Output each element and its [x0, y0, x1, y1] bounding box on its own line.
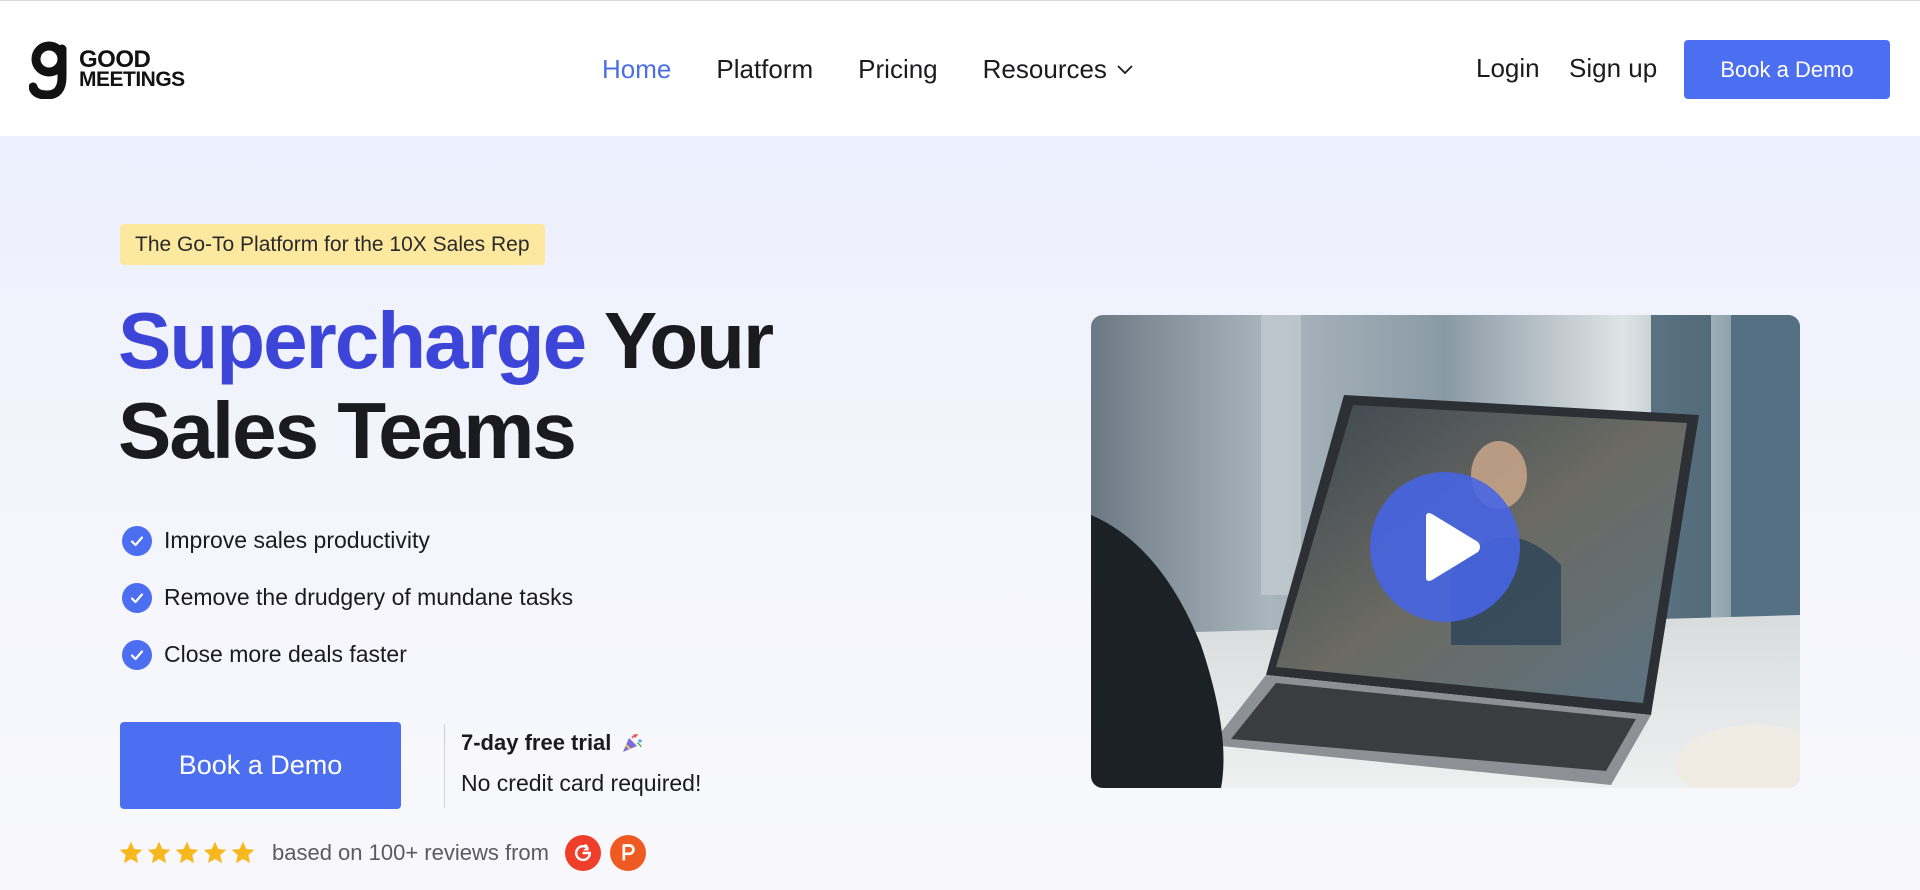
logo-line-1: GOOD	[79, 46, 151, 73]
check-circle-icon	[122, 639, 152, 670]
logo-g-icon	[29, 41, 67, 99]
logo-wordmark: GOOD MEETINGS	[79, 46, 185, 91]
play-button[interactable]	[1370, 472, 1520, 622]
feature-item: Close more deals faster	[122, 626, 573, 683]
trial-title: 7-day free trial	[461, 730, 701, 756]
chevron-down-icon	[1117, 64, 1133, 74]
trial-title-text: 7-day free trial	[461, 730, 612, 755]
cta-divider	[444, 724, 445, 808]
check-circle-icon	[122, 525, 152, 556]
nav-platform[interactable]: Platform	[716, 54, 813, 85]
star-icon	[203, 841, 227, 864]
hero-headline: Supercharge Your Sales Teams	[118, 296, 774, 476]
good-meetings-logo[interactable]: GOOD MEETINGS	[29, 41, 185, 99]
hero-video-thumbnail[interactable]	[1091, 315, 1800, 788]
party-popper-icon	[623, 734, 643, 752]
logo-line-2: MEETINGS	[79, 68, 185, 91]
main-nav: Home Platform Pricing Resources	[602, 54, 1178, 85]
nav-resources[interactable]: Resources	[983, 54, 1133, 85]
star-icon	[231, 841, 255, 864]
star-icon	[119, 841, 143, 864]
header-book-demo-button[interactable]: Book a Demo	[1684, 40, 1890, 99]
g2-logo-icon[interactable]	[565, 835, 601, 871]
star-icon	[147, 841, 171, 864]
nav-resources-label: Resources	[982, 54, 1107, 84]
nav-pricing[interactable]: Pricing	[858, 54, 937, 85]
feature-text: Remove the drudgery of mundane tasks	[164, 584, 574, 610]
check-circle-icon	[122, 582, 152, 613]
rating-stars	[118, 840, 258, 866]
reviews-row: based on 100+ reviews from	[118, 835, 655, 871]
feature-list: Improve sales productivity Remove the dr…	[122, 512, 573, 683]
feature-item: Improve sales productivity	[122, 512, 573, 569]
reviews-text: based on 100+ reviews from	[272, 840, 549, 865]
signup-link[interactable]: Sign up	[1569, 53, 1657, 84]
product-hunt-logo-icon[interactable]	[610, 835, 646, 871]
site-header: GOOD MEETINGS Home Platform Pricing Reso…	[0, 0, 1920, 136]
feature-item: Remove the drudgery of mundane tasks	[122, 569, 573, 626]
login-link[interactable]: Login	[1476, 53, 1540, 84]
play-icon	[1426, 513, 1480, 581]
feature-text: Close more deals faster	[164, 641, 407, 667]
hero-book-demo-button[interactable]: Book a Demo	[120, 722, 401, 809]
feature-text: Improve sales productivity	[164, 527, 430, 553]
headline-rest: Your	[585, 296, 774, 385]
headline-line-2: Sales Teams	[118, 386, 577, 475]
trial-subtext: No credit card required!	[461, 770, 702, 796]
trial-info: 7-day free trial No credit card required…	[461, 730, 701, 797]
tagline-badge: The Go-To Platform for the 10X Sales Rep	[120, 224, 545, 265]
headline-accent: Supercharge	[118, 296, 587, 385]
nav-home[interactable]: Home	[602, 54, 671, 85]
star-icon	[175, 841, 199, 864]
hero-section: The Go-To Platform for the 10X Sales Rep…	[0, 136, 1920, 890]
